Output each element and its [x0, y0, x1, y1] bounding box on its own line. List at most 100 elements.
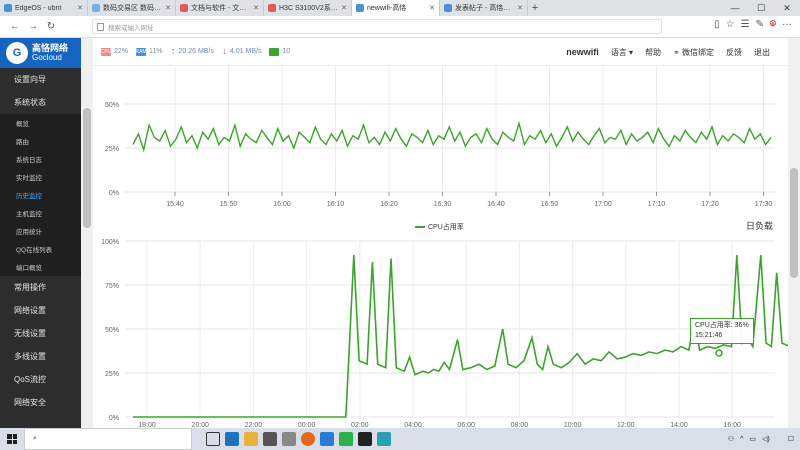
browser-tab[interactable]: 数码交易区 数码之家 ✕: [88, 0, 176, 16]
page-scrollbar[interactable]: [788, 38, 800, 428]
sidebar-item[interactable]: QoS流控: [0, 368, 81, 391]
brand-cn: 高恪网络: [32, 43, 69, 53]
hour-load-svg: 0% 25% 50% 15:40 15:50 16:00 16:10 16:20 16:30 16…: [105, 66, 775, 208]
upload-value: 20.26 MB/s: [178, 48, 214, 55]
taskbar-search[interactable]: ⌕: [24, 428, 192, 450]
sidebar: G 高恪网络 Gocloud 设置向导 系统状态 概览 路由 系统日志 实时监控 历史监控…: [0, 38, 81, 428]
browser-tab[interactable]: EdgeOS - ubnt ✕: [0, 0, 88, 16]
sidebar-item[interactable]: QQ在线列表: [0, 240, 81, 258]
start-button[interactable]: [0, 428, 24, 450]
monitor-icon: [269, 47, 280, 56]
reload-button[interactable]: ↻: [42, 21, 60, 32]
notes-icon[interactable]: ✎: [756, 19, 764, 30]
browser-tab[interactable]: 文档与软件 - 文档与软件 - 数✕: [176, 0, 264, 16]
sidebar-item[interactable]: 概览: [0, 114, 81, 132]
task-view-icon[interactable]: [206, 432, 220, 446]
browser-actions: ▯ ☆ ☰ ✎ ⌾ ···: [714, 19, 792, 30]
feedback-link[interactable]: 反馈: [726, 47, 742, 58]
network-icon[interactable]: ▭: [749, 435, 756, 443]
tab-favicon-icon: [268, 4, 276, 12]
browser-tab[interactable]: 发表帖子 - 高恪技术直通车✕: [440, 0, 528, 16]
chart-legend[interactable]: CPU占用率: [415, 222, 464, 232]
volume-icon[interactable]: ◁): [762, 435, 770, 443]
app-teal-icon[interactable]: [377, 432, 391, 446]
search-icon: ⌕: [33, 435, 37, 442]
notification-icon[interactable]: ☐: [788, 435, 794, 443]
x-tick-label: 16:50: [541, 201, 559, 208]
sidebar-item[interactable]: 主机监控: [0, 204, 81, 222]
back-button[interactable]: ←: [6, 21, 24, 32]
day-load-svg: 0%25%50%75%100%18:00 20:00 22:00 00:00 02:00…: [101, 239, 788, 428]
forward-button[interactable]: →: [24, 21, 42, 32]
mail-icon[interactable]: [282, 432, 296, 446]
cpu-value: 22%: [114, 48, 129, 55]
app-orange-icon[interactable]: [301, 432, 315, 446]
file-explorer-icon[interactable]: [244, 432, 258, 446]
windows-logo-icon: [7, 434, 17, 444]
taskbar-apps: [206, 432, 391, 446]
page-icon: [97, 22, 104, 31]
sidebar-item[interactable]: 无线设置: [0, 322, 81, 345]
edge-browser-icon[interactable]: [225, 432, 239, 446]
app-blue-icon[interactable]: [320, 432, 334, 446]
language-dropdown[interactable]: 语言 ▾: [611, 47, 633, 58]
browser-tab[interactable]: newwifi-高恪 ✕: [352, 0, 440, 16]
tab-close-icon[interactable]: ✕: [341, 4, 347, 12]
sidebar-item[interactable]: 历史监控: [0, 186, 81, 204]
sidebar-item[interactable]: 应用统计: [0, 222, 81, 240]
sidebar-item[interactable]: 系统日志: [0, 150, 81, 168]
reading-view-icon[interactable]: ▯: [714, 19, 720, 30]
profile-icon[interactable]: ⌾: [770, 19, 776, 30]
sidebar-item[interactable]: 多线设置: [0, 345, 81, 368]
day-load-chart: 0% 25% 50% 75% 100% 18:00 20:00 22:00 00:00 02:00…: [93, 232, 788, 428]
sidebar-item[interactable]: 实时监控: [0, 168, 81, 186]
tray-chevron-icon[interactable]: ^: [740, 436, 743, 443]
sidebar-item[interactable]: 常用操作: [0, 276, 81, 299]
router-name: newwifi: [566, 47, 599, 57]
sidebar-item[interactable]: 路由: [0, 132, 81, 150]
sidebar-item[interactable]: 系统状态: [0, 91, 81, 114]
tab-close-icon[interactable]: ✕: [517, 4, 523, 12]
logout-link[interactable]: 退出: [754, 47, 770, 58]
help-link[interactable]: 帮助: [645, 47, 661, 58]
sidebar-item[interactable]: 网络安全: [0, 391, 81, 414]
hover-point: [715, 349, 723, 357]
close-window-button[interactable]: ✕: [774, 0, 800, 16]
tab-close-icon[interactable]: ✕: [253, 4, 259, 12]
browser-tab[interactable]: H3C S3100V2系列以太网交✕: [264, 0, 352, 16]
sidebar-item[interactable]: 设置向导: [0, 68, 81, 91]
upload-arrow-icon: ↑: [170, 46, 176, 57]
tab-close-icon[interactable]: ✕: [165, 4, 171, 12]
sidebar-scrollbar[interactable]: [81, 38, 93, 428]
more-icon[interactable]: ···: [782, 19, 792, 30]
menu-bottom: 常用操作 网络设置 无线设置 多线设置 QoS流控 网络安全: [0, 276, 81, 414]
online-stat: 10: [269, 47, 290, 56]
terminal-icon[interactable]: [358, 432, 372, 446]
wechat-app-icon[interactable]: [339, 432, 353, 446]
people-icon[interactable]: ⚇: [728, 435, 734, 443]
favorite-star-icon[interactable]: ☆: [726, 19, 735, 30]
tab-close-icon[interactable]: ✕: [429, 4, 435, 12]
wechat-bind-link[interactable]: ⚭ 微信绑定: [673, 47, 714, 58]
url-input[interactable]: 搜索或输入网址: [92, 19, 662, 34]
sidebar-item[interactable]: 网络设置: [0, 299, 81, 322]
minimize-button[interactable]: —: [722, 0, 748, 16]
new-tab-button[interactable]: +: [528, 0, 542, 16]
tab-close-icon[interactable]: ✕: [77, 4, 83, 12]
download-stat: ↓ 4.01 MB/s: [222, 46, 262, 57]
page-scroll-thumb[interactable]: [790, 168, 798, 278]
y-tick-label: 100%: [101, 239, 119, 246]
tab-favicon-icon: [356, 4, 364, 12]
brand-en: Gocloud: [32, 53, 62, 62]
tooltip-time: 15:21:46: [695, 332, 723, 339]
store-icon[interactable]: [263, 432, 277, 446]
sidebar-scroll-thumb[interactable]: [83, 108, 91, 228]
logo[interactable]: G 高恪网络 Gocloud: [0, 38, 81, 68]
windows-taskbar: ⌕ ⚇ ^ ▭ ◁) ☐: [0, 428, 800, 450]
x-tick-label: 15:50: [220, 201, 238, 208]
y-tick-label: 0%: [109, 415, 119, 422]
maximize-button[interactable]: ☐: [748, 0, 774, 16]
sidebar-item[interactable]: 端口概览: [0, 258, 81, 276]
favorites-list-icon[interactable]: ☰: [741, 19, 750, 30]
window-controls: — ☐ ✕: [722, 0, 800, 16]
